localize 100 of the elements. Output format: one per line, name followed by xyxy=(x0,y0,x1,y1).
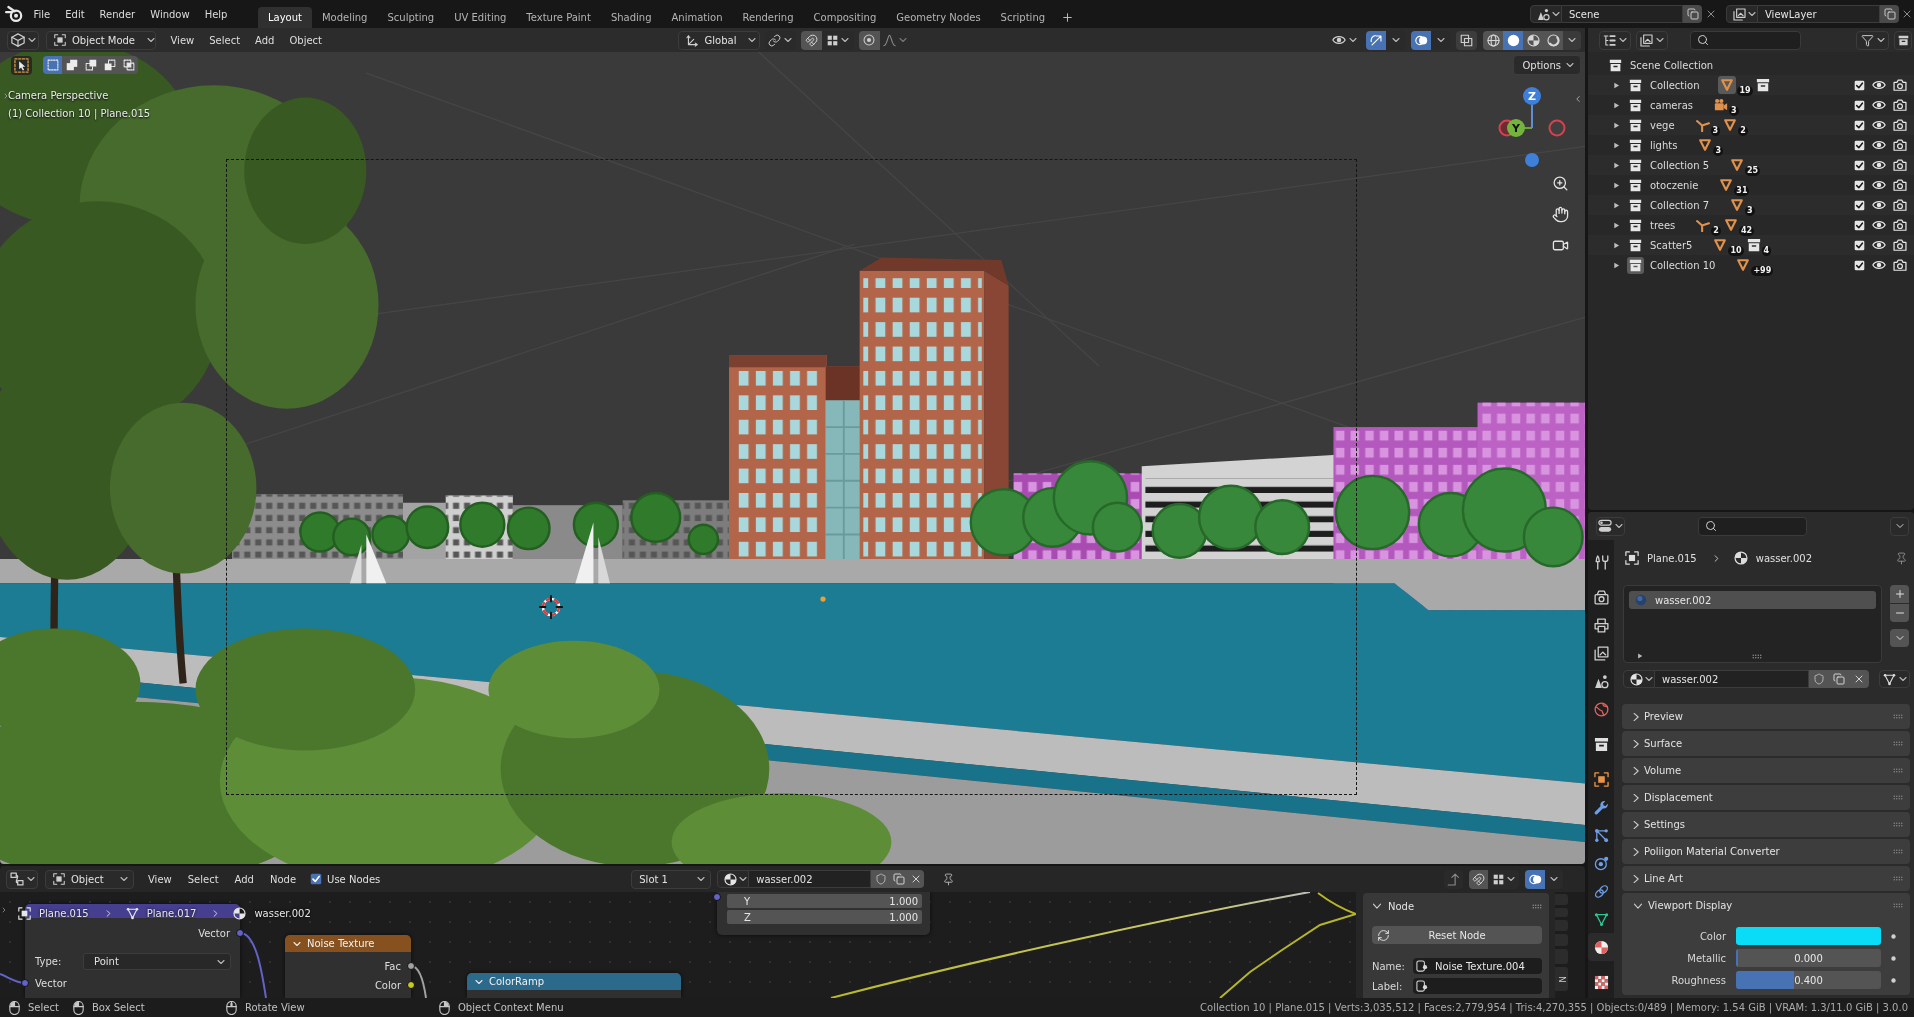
camera-icon[interactable] xyxy=(1893,158,1907,172)
display-mode-button[interactable] xyxy=(1599,30,1631,50)
axis-dot-icon[interactable] xyxy=(1525,153,1539,167)
panel-header[interactable]: Volume xyxy=(1622,758,1910,783)
checkbox-icon[interactable] xyxy=(1854,99,1865,111)
number-field[interactable]: Y 1.000 xyxy=(727,894,922,908)
menu-item[interactable]: File xyxy=(26,5,58,23)
select-mode-button[interactable] xyxy=(43,56,62,74)
camera-icon[interactable] xyxy=(1893,258,1907,272)
triangle-right-icon[interactable] xyxy=(1613,121,1620,129)
scene-browse-button[interactable] xyxy=(1530,5,1562,23)
eye-icon[interactable] xyxy=(1872,258,1886,272)
menu-item[interactable]: Node xyxy=(261,870,305,888)
workspace-tab[interactable]: Layout xyxy=(257,7,312,28)
axis-handle[interactable]: Y xyxy=(1507,119,1525,137)
sidebar-tab[interactable]: N xyxy=(1555,967,1568,991)
triangle-right-icon[interactable] xyxy=(1613,261,1620,269)
triangle-icon[interactable] xyxy=(1736,258,1751,272)
checkbox-icon[interactable] xyxy=(1854,79,1865,91)
link-dropdown[interactable] xyxy=(1879,670,1910,688)
mode-dropdown[interactable]: Object Mode xyxy=(46,30,156,50)
material-slot[interactable]: wasser.002 xyxy=(1629,591,1876,609)
eye-icon[interactable] xyxy=(1872,158,1886,172)
panel-header[interactable]: Viewport Display xyxy=(1622,893,1910,918)
workspace-tab[interactable]: Shading xyxy=(600,7,662,28)
camera-icon[interactable] xyxy=(1893,178,1907,192)
shading-button[interactable] xyxy=(1543,30,1563,50)
triangle-icon[interactable] xyxy=(1730,198,1744,212)
snap-button[interactable] xyxy=(800,30,822,50)
menu-item[interactable]: Render xyxy=(92,5,143,23)
camera-icon[interactable] xyxy=(1893,118,1907,132)
camera-icon[interactable] xyxy=(1893,218,1907,232)
shading-button[interactable] xyxy=(1503,30,1523,50)
material-browse-button[interactable] xyxy=(717,870,750,888)
search-field[interactable] xyxy=(1690,30,1801,50)
outliner-row[interactable]: Collection 5 25 xyxy=(1588,155,1914,175)
socket-icon[interactable] xyxy=(407,981,415,989)
shader-node[interactable]: ColorRamp xyxy=(467,973,681,998)
menu-item[interactable]: Add xyxy=(247,31,282,49)
menu-item[interactable]: View xyxy=(140,870,180,888)
snap-button[interactable] xyxy=(1469,869,1488,889)
proportional-button[interactable] xyxy=(858,30,880,50)
triangle-icon[interactable] xyxy=(1730,158,1744,172)
checkbox-icon[interactable] xyxy=(1854,199,1865,211)
eye-icon[interactable] xyxy=(1872,118,1886,132)
material-name-field[interactable]: wasser.002 xyxy=(749,870,872,888)
checkbox-icon[interactable] xyxy=(1854,159,1865,171)
keyframe-dot-icon[interactable] xyxy=(1891,955,1896,961)
triangle-icon[interactable] xyxy=(1719,178,1734,192)
triangle-right-icon[interactable] xyxy=(1613,201,1620,209)
orientation-dropdown[interactable]: Global xyxy=(677,30,760,50)
menu-item[interactable]: Object xyxy=(281,31,330,49)
chevron-left-icon[interactable] xyxy=(1573,94,1583,104)
camera-icon[interactable] xyxy=(1893,78,1907,92)
camera-icon[interactable] xyxy=(1893,138,1907,152)
shading-button[interactable] xyxy=(1523,30,1543,50)
workspace-tab[interactable]: UV Editing xyxy=(444,7,517,28)
triangle-icon[interactable] xyxy=(1713,238,1728,252)
camera-icon[interactable] xyxy=(1893,238,1907,252)
overlay-button[interactable] xyxy=(1525,869,1545,889)
outliner-row[interactable]: Collection 7 3 xyxy=(1588,195,1914,215)
socket-icon[interactable] xyxy=(407,962,415,970)
menu-item[interactable]: Window xyxy=(142,5,198,23)
hand-icon[interactable] xyxy=(1552,206,1569,223)
checkbox-icon[interactable] xyxy=(1854,179,1865,191)
axis-handle[interactable]: Z xyxy=(1523,87,1541,105)
view-layer-button[interactable] xyxy=(1636,30,1668,50)
unlink-button[interactable] xyxy=(1849,670,1869,688)
value-slider[interactable]: 0.000 xyxy=(1736,949,1881,967)
editor-type-button[interactable] xyxy=(7,30,39,50)
workspace-tab[interactable]: Texture Paint xyxy=(516,7,601,28)
workspace-tab[interactable]: Sculpting xyxy=(377,7,445,28)
unlink-button[interactable] xyxy=(907,870,925,888)
axis-ring-icon[interactable] xyxy=(1548,119,1566,137)
triangle-icon[interactable] xyxy=(1718,76,1737,94)
bone-icon[interactable] xyxy=(1695,118,1710,132)
menu-item[interactable]: View xyxy=(163,31,202,49)
value-slider[interactable]: 0.400 xyxy=(1736,971,1881,989)
select-mode-button[interactable] xyxy=(119,56,138,74)
reset-node-button[interactable]: Reset Node xyxy=(1372,926,1542,944)
workspace-tab[interactable]: Animation xyxy=(661,7,733,28)
triangle-icon[interactable] xyxy=(1723,118,1738,132)
number-field[interactable]: Z 1.000 xyxy=(727,910,922,924)
text-field[interactable]: Noise Texture.004 xyxy=(1413,958,1542,974)
movie-camera-icon[interactable] xyxy=(1713,98,1728,112)
editor-type-button[interactable] xyxy=(6,869,38,889)
shader-type-dropdown[interactable]: Object xyxy=(45,869,134,889)
material-browse-button[interactable] xyxy=(1623,670,1655,688)
eye-icon[interactable] xyxy=(1872,238,1886,252)
menu-item[interactable]: Add xyxy=(226,870,262,888)
bone-icon[interactable] xyxy=(1696,218,1711,232)
dropdown-button[interactable] xyxy=(1545,869,1563,889)
workspace-tab[interactable]: Geometry Nodes xyxy=(886,7,991,28)
view-layer-name-field[interactable]: ViewLayer xyxy=(1758,5,1880,23)
outliner-row[interactable]: Scatter5 10 4 xyxy=(1588,235,1914,255)
checkbox-icon[interactable] xyxy=(1854,239,1865,251)
toggle-button[interactable] xyxy=(1411,30,1431,50)
camera-icon[interactable] xyxy=(1893,98,1907,112)
workspace-tab[interactable]: Compositing xyxy=(803,7,887,28)
type-dropdown[interactable]: Point xyxy=(83,953,231,970)
